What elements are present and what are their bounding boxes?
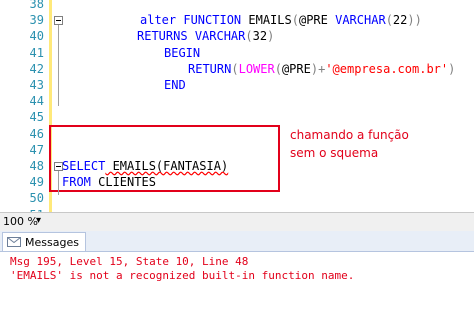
query-editor[interactable]: 3839404142434445464748495051 alter FUNCT… [0, 0, 474, 212]
line-number: 41 [29, 45, 44, 60]
fold-toggle-select[interactable] [54, 162, 63, 171]
code-token: FUNCTION [183, 13, 242, 28]
code-token: RETURNS [137, 29, 188, 44]
tab-messages[interactable]: Messages [2, 232, 86, 251]
line-number: 38 [29, 0, 44, 11]
fold-guide-line [58, 171, 59, 196]
code-token: @PRE [298, 13, 328, 28]
line-number: 47 [29, 142, 44, 157]
line-number: 39 [29, 13, 44, 28]
fold-toggle-function[interactable] [54, 16, 63, 26]
annotation-line-2: sem o squema [290, 146, 379, 160]
code-token: ) [448, 61, 456, 76]
line-number: 46 [29, 126, 44, 141]
code-line[interactable]: alter FUNCTION EMAILS(@PRE VARCHAR(22)) [140, 12, 422, 28]
code-line[interactable]: END [164, 77, 186, 93]
line-number: 48 [29, 159, 44, 173]
code-token: alter [140, 13, 177, 28]
code-token: '@empresa.com.br' [325, 61, 449, 76]
tab-messages-label: Messages [25, 235, 79, 249]
code-token: ( [291, 13, 299, 28]
code-token: 22 [392, 13, 408, 28]
line-number: 50 [29, 191, 44, 206]
zoom-dropdown-icon[interactable]: ▾ [36, 215, 41, 226]
line-number: 42 [29, 61, 44, 76]
code-line[interactable]: RETURNS VARCHAR(32) [137, 28, 274, 44]
code-token: ( [231, 61, 239, 76]
code-line[interactable]: RETURN(LOWER(@PRE)+'@empresa.com.br') [188, 61, 455, 77]
highlight-box [49, 125, 280, 192]
editor-status-bar: 100 % ▾ [0, 212, 474, 231]
code-token: RETURN [188, 61, 232, 76]
message-line-2: 'EMAILS' is not a recognized built-in fu… [10, 269, 355, 282]
line-number-gutter: 3839404142434445464748495051 [0, 0, 48, 212]
line-number: 44 [29, 94, 44, 109]
fold-guide-line [58, 25, 59, 107]
message-line-1: Msg 195, Level 15, State 10, Line 48 [10, 255, 249, 268]
code-token: ( [245, 29, 253, 44]
messages-icon [7, 237, 21, 247]
zoom-level[interactable]: 100 % [3, 215, 38, 228]
line-number: 45 [29, 110, 44, 125]
code-token: BEGIN [164, 45, 201, 60]
code-token: )) [407, 13, 422, 28]
code-line[interactable]: BEGIN [164, 45, 200, 61]
line-number: 43 [29, 78, 44, 92]
code-token: ) [267, 29, 275, 44]
messages-panel: Msg 195, Level 15, State 10, Line 48 'EM… [0, 252, 474, 315]
code-token: VARCHAR [194, 29, 246, 44]
results-tab-strip: Messages [0, 231, 474, 252]
code-token: LOWER [238, 61, 275, 76]
line-number: 40 [29, 29, 44, 44]
code-token: ( [385, 13, 393, 28]
code-token: )+ [310, 61, 326, 76]
code-token: VARCHAR [335, 13, 386, 28]
code-token: END [164, 78, 186, 92]
code-token: 32 [252, 29, 268, 44]
annotation-line-1: chamando a função [290, 128, 409, 142]
code-token: EMAILS [241, 13, 292, 28]
code-token: @PRE [281, 61, 311, 76]
line-number: 49 [29, 175, 44, 190]
code-token: ( [274, 61, 282, 76]
